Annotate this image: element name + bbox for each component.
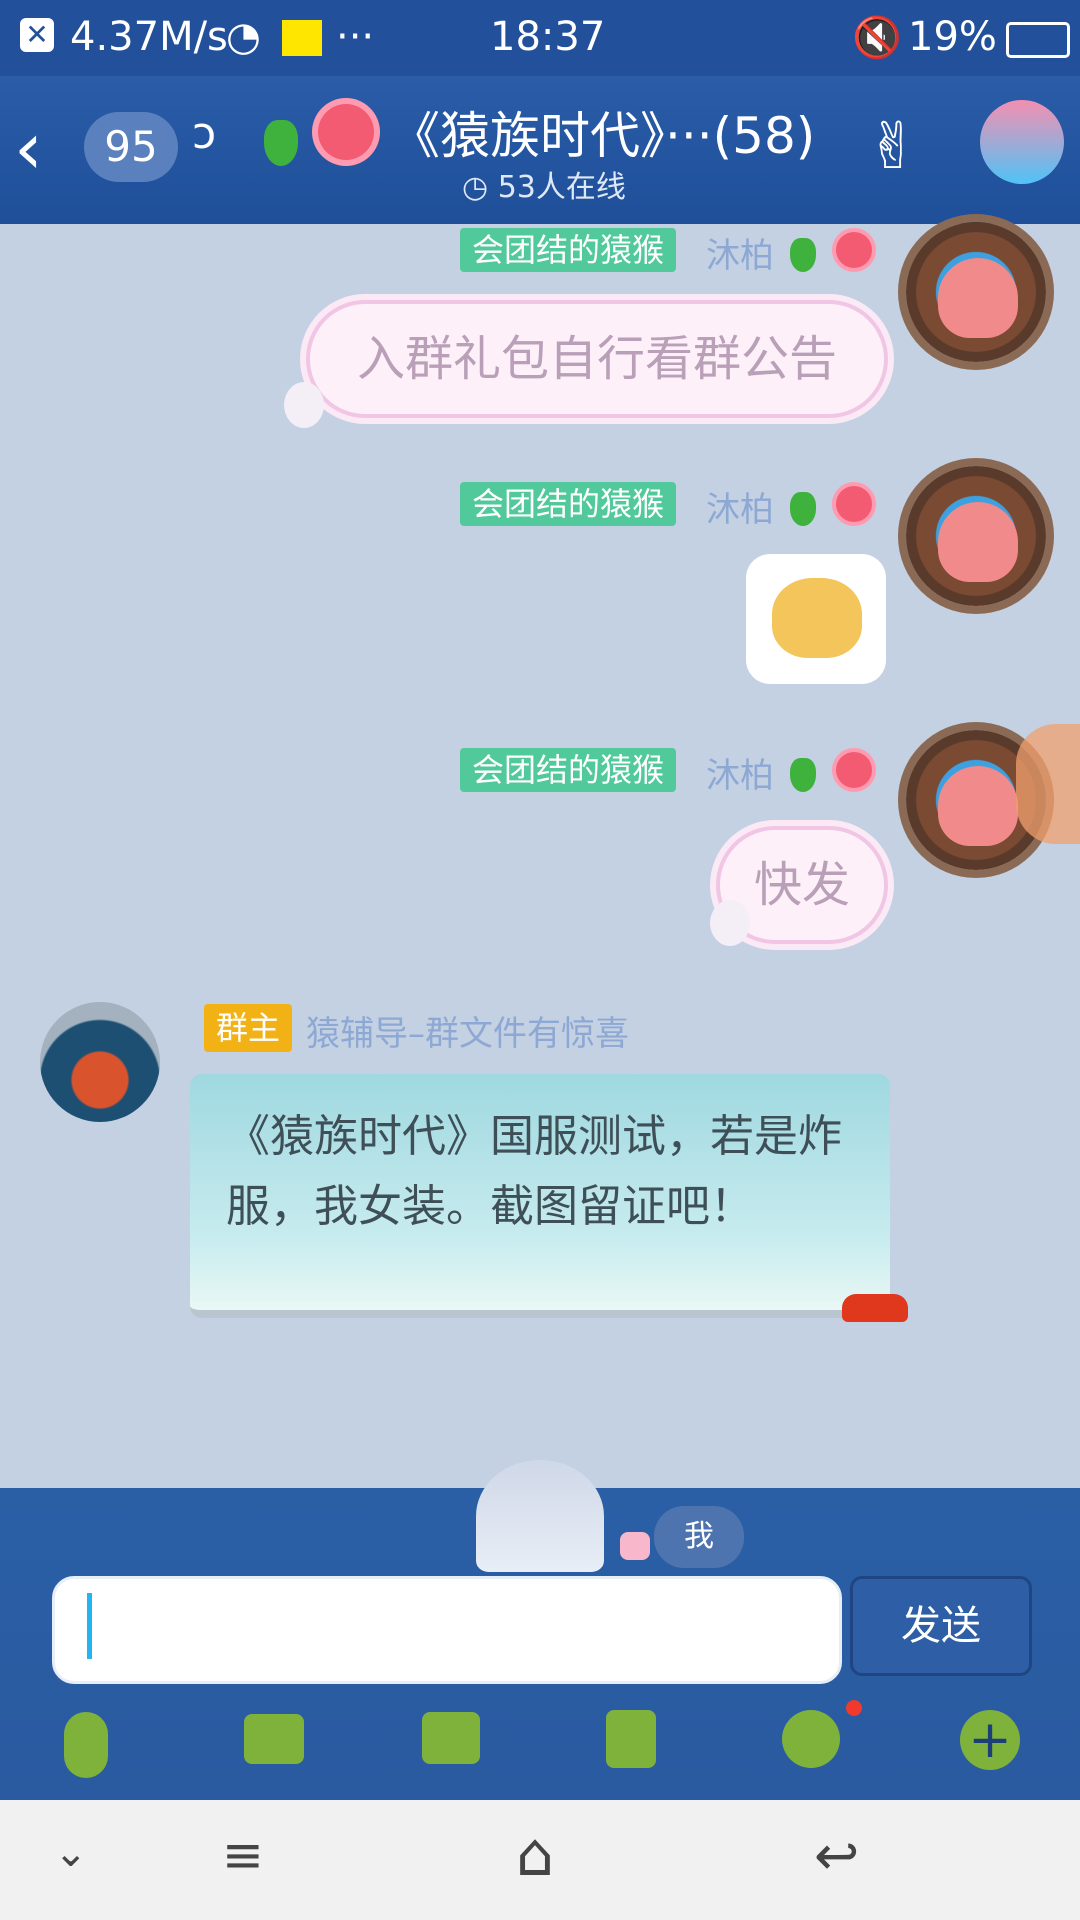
back-icon[interactable]: ↩ — [814, 1824, 859, 1887]
sprout-icon — [790, 238, 816, 272]
mic-icon[interactable] — [64, 1712, 108, 1778]
send-button[interactable]: 发送 — [850, 1576, 1032, 1676]
bunny-decoration-icon — [284, 382, 324, 428]
text-cursor — [87, 1593, 92, 1659]
message-bubble[interactable]: 入群礼包自行看群公告 — [306, 300, 888, 418]
avatar[interactable] — [906, 466, 1046, 606]
sprout-icon — [790, 758, 816, 792]
online-count-label: 53人在线 — [497, 170, 626, 205]
sprout-icon — [264, 120, 298, 166]
chat-header: ‹ 95 ↄ 《猿族时代》···(58) ◷ 53人在线 ✌ — [0, 76, 1080, 224]
sender-name[interactable]: 猿辅导–群文件有惊喜 — [306, 1006, 629, 1055]
plus-icon[interactable]: + — [960, 1710, 1020, 1770]
mermaid-avatar-icon[interactable] — [980, 100, 1064, 184]
flower-emoji-icon — [836, 752, 872, 788]
smiley-icon[interactable] — [782, 1710, 840, 1768]
sports-car-icon — [842, 1294, 908, 1322]
member-title-tag: 会团结的猿猴 — [460, 482, 677, 526]
bunny-decoration-icon — [710, 900, 750, 946]
sprout-icon — [790, 492, 816, 526]
member-title-tag: 会团结的猿猴 — [460, 748, 677, 792]
folder-icon[interactable] — [606, 1710, 656, 1768]
new-badge-dot — [846, 1700, 862, 1716]
unread-count-badge[interactable]: 95 — [84, 112, 178, 182]
collapse-chevron-icon[interactable]: ⌄ — [54, 1830, 88, 1876]
mute-icon: 🔇 — [852, 15, 902, 61]
me-label: 我 — [684, 1519, 714, 1554]
menu-icon[interactable]: ≡ — [222, 1826, 264, 1884]
me-bubble: 我 — [654, 1506, 744, 1568]
ear-icon[interactable]: ↄ — [192, 108, 216, 159]
sender-name[interactable]: 沐柏 — [706, 228, 774, 277]
back-arrow-icon[interactable]: ‹ — [14, 112, 43, 184]
network-speed: 4.37M/s — [70, 14, 228, 60]
message-text: 《猿族时代》国服测试，若是炸服，我女装。截图留证吧！ — [226, 1111, 842, 1232]
battery-icon — [1006, 22, 1070, 58]
flower-emoji-icon — [836, 486, 872, 522]
sticker-message[interactable] — [746, 554, 886, 684]
hand-gesture-icon[interactable]: ✌ — [866, 110, 920, 184]
camera-icon[interactable] — [422, 1712, 480, 1764]
flower-emoji-icon — [318, 104, 374, 160]
battery-level: 19% — [908, 14, 997, 60]
flower-emoji-icon — [836, 232, 872, 268]
home-icon[interactable]: ⌂ — [516, 1820, 554, 1890]
message-text: 入群礼包自行看群公告 — [356, 331, 837, 387]
message-text: 快发 — [753, 857, 850, 913]
app-notify-icon — [282, 20, 322, 56]
cake-icon — [620, 1532, 650, 1560]
message-bubble[interactable]: 《猿族时代》国服测试，若是炸服，我女装。截图留证吧！ — [190, 1074, 890, 1318]
message-input[interactable] — [52, 1576, 842, 1684]
member-title-tag: 会团结的猿猴 — [460, 228, 677, 272]
group-title[interactable]: 《猿族时代》···(58) — [390, 96, 815, 168]
patrick-avatar-icon — [938, 766, 1018, 846]
clock-check-icon: ◷ — [462, 170, 498, 205]
avatar[interactable] — [906, 222, 1046, 362]
notification-icon: ✕ — [20, 18, 54, 52]
patrick-avatar-icon — [938, 502, 1018, 582]
sender-name[interactable]: 沐柏 — [706, 748, 774, 797]
clock: 18:37 — [490, 14, 606, 60]
floating-video-button[interactable] — [1016, 724, 1080, 844]
picture-icon[interactable] — [244, 1714, 304, 1764]
more-notifications-icon: ··· — [336, 14, 375, 60]
online-count: ◷ 53人在线 — [462, 162, 626, 206]
anime-girl-mascot-icon — [476, 1460, 604, 1572]
patrick-avatar-icon — [938, 258, 1018, 338]
doge-sticker-icon — [772, 578, 862, 658]
owner-tag: 群主 — [204, 1004, 293, 1052]
system-nav-bar: ⌄ ≡ ⌂ ↩ — [0, 1800, 1080, 1920]
wifi-icon: ◔ — [226, 14, 261, 60]
status-bar: ✕ 4.37M/s ◔ ··· 18:37 🔇 19% — [0, 0, 1080, 76]
sender-name[interactable]: 沐柏 — [706, 482, 774, 531]
avatar[interactable] — [40, 1002, 160, 1122]
